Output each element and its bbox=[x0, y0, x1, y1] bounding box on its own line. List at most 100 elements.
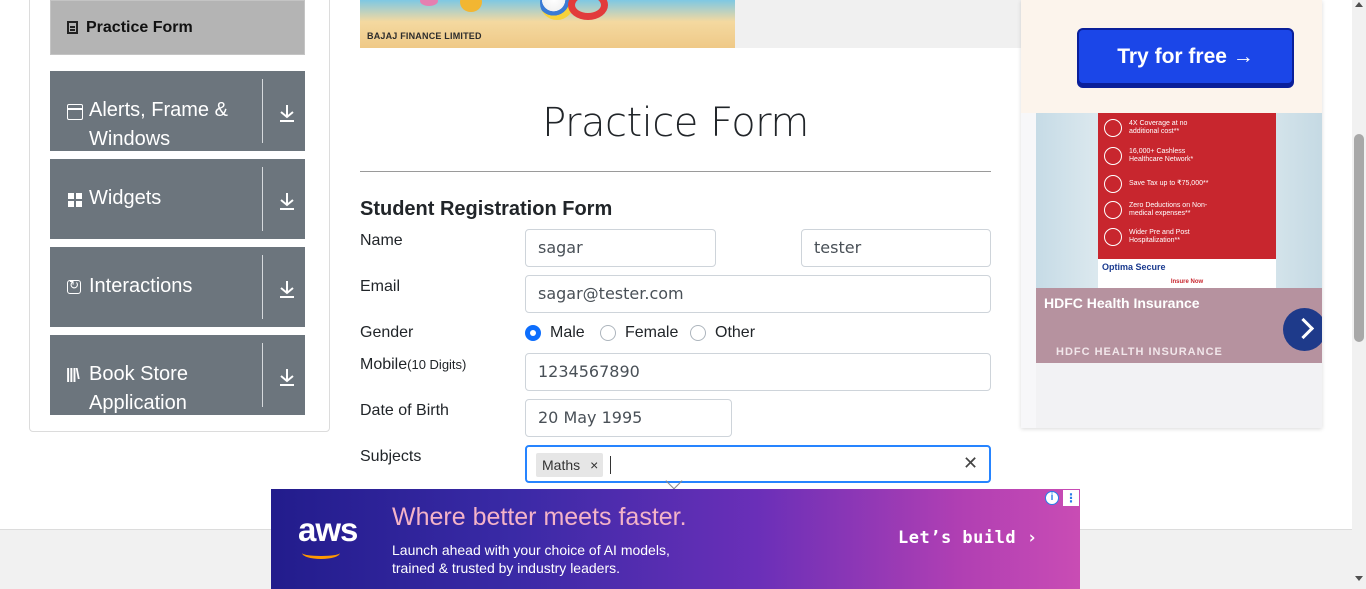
feature-row: Wider Pre and Post Hospitalization** bbox=[1104, 228, 1209, 246]
clear-icon[interactable]: ✕ bbox=[963, 453, 978, 474]
gender-label: Gender bbox=[360, 324, 414, 341]
feature-icon bbox=[1104, 201, 1122, 219]
feature-text: Wider Pre and Post Hospitalization** bbox=[1129, 229, 1190, 244]
sidebar-group-alerts-frame-windows[interactable]: Alerts, Frame & Windows bbox=[50, 71, 305, 151]
ad-menu-icon[interactable]: ⋮ bbox=[1063, 490, 1079, 506]
feature-row: Save Tax up to ₹75,000** bbox=[1104, 175, 1209, 193]
beach-item-image bbox=[460, 0, 482, 12]
gender-radio-other[interactable]: Other bbox=[690, 324, 755, 342]
sidebar-item-practice-form[interactable]: Practice Form bbox=[50, 0, 305, 55]
scroll-thumb[interactable] bbox=[1354, 134, 1364, 342]
hdfc-ad-image: 4X Coverage at no additional cost** 16,0… bbox=[1036, 113, 1322, 288]
page-title: Practice Form bbox=[542, 100, 809, 146]
sidebar-item-label: Practice Form bbox=[86, 18, 193, 36]
feature-text: 16,000+ Cashless Healthcare Network* bbox=[1129, 148, 1194, 163]
aws-subtext: Launch ahead with your choice of AI mode… bbox=[392, 541, 670, 577]
lets-build-button[interactable]: Let’s build › bbox=[898, 528, 1038, 548]
feature-row: 4X Coverage at no additional cost** bbox=[1104, 119, 1199, 137]
sidebar-group-label: Application bbox=[89, 392, 187, 414]
download-icon[interactable] bbox=[278, 103, 296, 123]
name-label: Name bbox=[360, 232, 403, 249]
feature-text: Zero Deductions on Non-medical expenses*… bbox=[1129, 202, 1208, 217]
page-scrollbar[interactable] bbox=[1352, 0, 1366, 589]
aws-smile-icon bbox=[302, 547, 340, 559]
radio-button[interactable] bbox=[525, 325, 541, 341]
feature-icon bbox=[1104, 228, 1122, 246]
right-ad[interactable]: Try for free → 4X Coverage at no additio… bbox=[1021, 0, 1322, 428]
radio-label: Female bbox=[625, 324, 679, 341]
feature-text: 4X Coverage at no additional cost** bbox=[1129, 120, 1188, 135]
sidebar-group-label: Windows bbox=[89, 128, 171, 150]
sidebar-group-book-store[interactable]: Book Store Application bbox=[50, 335, 305, 415]
subjects-label: Subjects bbox=[360, 448, 422, 465]
subject-chip-label: Maths bbox=[542, 457, 581, 473]
first-name-input[interactable]: sagar bbox=[525, 229, 716, 267]
ad-info-icon[interactable]: i bbox=[1045, 491, 1059, 505]
feature-icon bbox=[1104, 175, 1122, 193]
mobile-input[interactable]: 1234567890 bbox=[525, 353, 991, 391]
feature-text: Save Tax up to ₹75,000** bbox=[1129, 180, 1209, 187]
radio-label: Other bbox=[715, 324, 756, 341]
optima-secure-bar: Optima Secure Insure Now bbox=[1098, 259, 1276, 288]
aws-logo: aws bbox=[298, 511, 358, 548]
feature-icon bbox=[1104, 147, 1122, 165]
chevron-right-icon[interactable] bbox=[1283, 308, 1322, 351]
swim-ring-image bbox=[568, 0, 608, 20]
download-icon[interactable] bbox=[278, 191, 296, 211]
feature-row: Zero Deductions on Non-medical expenses*… bbox=[1104, 201, 1209, 219]
aws-subtext-line: Launch ahead with your choice of AI mode… bbox=[392, 542, 670, 558]
book-store-icon bbox=[66, 366, 83, 386]
mobile-label: Mobile(10 Digits) bbox=[360, 356, 466, 374]
aws-headline: Where better meets faster. bbox=[392, 503, 687, 531]
hdfc-caption[interactable]: HDFC Health Insurance HDFC HEALTH INSURA… bbox=[1036, 288, 1322, 363]
last-name-input[interactable]: tester bbox=[801, 229, 991, 267]
banner-company-text: BAJAJ FINANCE LIMITED bbox=[367, 31, 482, 41]
radio-label: Male bbox=[550, 324, 585, 341]
window-icon bbox=[67, 104, 83, 120]
dob-input[interactable]: 20 May 1995 bbox=[525, 399, 732, 437]
optima-logo: Optima Secure bbox=[1102, 262, 1166, 272]
hdfc-ad-title: HDFC Health Insurance bbox=[1044, 295, 1200, 311]
sidebar-group-label: Alerts, Frame & bbox=[89, 99, 228, 121]
email-input[interactable]: sagar@tester.com bbox=[525, 275, 991, 313]
mobile-label-text: Mobile bbox=[360, 356, 408, 373]
sidebar-group-widgets[interactable]: Widgets bbox=[50, 159, 305, 239]
widgets-icon bbox=[67, 192, 83, 208]
feature-row: 16,000+ Cashless Healthcare Network* bbox=[1104, 147, 1204, 165]
mobile-hint: (10 Digits) bbox=[407, 357, 467, 372]
sidebar-group-label: Interactions bbox=[89, 275, 193, 297]
dob-label: Date of Birth bbox=[360, 402, 449, 419]
scroll-up-icon[interactable] bbox=[1355, 2, 1363, 7]
title-divider bbox=[360, 171, 991, 172]
sidebar-group-interactions[interactable]: Interactions bbox=[50, 247, 305, 327]
divider bbox=[262, 79, 263, 143]
sunglasses-image bbox=[420, 0, 438, 6]
divider bbox=[262, 167, 263, 231]
gender-radio-female[interactable]: Female bbox=[600, 324, 678, 342]
chip-remove-icon[interactable]: × bbox=[590, 457, 598, 473]
download-icon[interactable] bbox=[278, 367, 296, 387]
gender-radio-male[interactable]: Male bbox=[525, 324, 585, 342]
top-banner-ad[interactable]: BAJAJ FINANCE LIMITED bbox=[360, 0, 735, 48]
subject-chip: Maths × bbox=[536, 453, 604, 477]
email-label: Email bbox=[360, 278, 401, 295]
subjects-input[interactable]: Maths × ✕ bbox=[525, 445, 991, 483]
form-heading: Student Registration Form bbox=[360, 198, 613, 220]
form-icon bbox=[67, 21, 78, 34]
text-caret bbox=[610, 456, 611, 474]
radio-button[interactable] bbox=[600, 325, 616, 341]
sidebar-group-label: Widgets bbox=[89, 187, 162, 209]
banner-background bbox=[735, 0, 1021, 48]
scroll-down-icon[interactable] bbox=[1355, 576, 1363, 581]
try-for-free-button[interactable]: Try for free → bbox=[1077, 28, 1294, 85]
ad-pattern-background bbox=[1036, 363, 1322, 428]
sidebar-group-label: Book Store bbox=[89, 363, 188, 385]
insure-now-text: Insure Now bbox=[1170, 279, 1204, 285]
divider bbox=[262, 255, 263, 319]
feature-icon bbox=[1104, 119, 1122, 137]
download-icon[interactable] bbox=[278, 279, 296, 299]
aws-subtext-line: trained & trusted by industry leaders. bbox=[392, 560, 621, 576]
interactions-icon bbox=[67, 278, 81, 294]
aws-bottom-ad[interactable]: aws Where better meets faster. Launch ah… bbox=[271, 489, 1080, 589]
radio-button[interactable] bbox=[690, 325, 706, 341]
